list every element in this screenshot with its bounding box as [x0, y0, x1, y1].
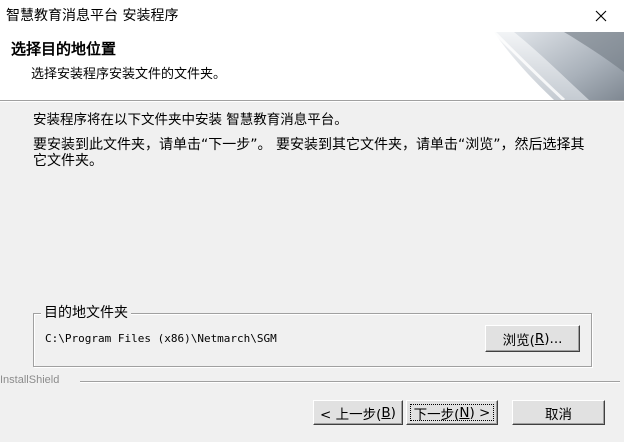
close-button[interactable] — [578, 0, 624, 32]
instruction-text: 要安装到此文件夹，请单击“下一步”。 要安装到其它文件夹，请单击“浏览”，然后选… — [33, 137, 585, 169]
header-divider — [0, 100, 624, 102]
next-hotkey: N — [459, 404, 470, 421]
next-button[interactable]: 下一步(N) > — [406, 400, 498, 425]
browse-hotkey: R — [534, 330, 545, 347]
browse-label-suffix: )... — [544, 330, 563, 347]
back-label-suffix: ) — [390, 404, 396, 421]
browse-label-prefix: 浏览( — [502, 332, 535, 349]
next-label-suffix: ) > — [469, 404, 491, 421]
next-label-prefix: 下一步( — [413, 406, 460, 423]
cancel-button[interactable]: 取消 — [512, 400, 605, 425]
close-icon — [595, 10, 607, 22]
title-bar: 智慧教育消息平台 安装程序 — [0, 0, 624, 32]
cancel-label: 取消 — [545, 406, 572, 423]
installer-banner-graphic — [494, 32, 624, 100]
header-panel: 选择目的地位置 选择安装程序安装文件的文件夹。 — [0, 32, 624, 100]
page-subtitle: 选择安装程序安装文件的文件夹。 — [31, 67, 227, 82]
page-title: 选择目的地位置 — [11, 40, 117, 58]
footer-divider — [80, 381, 620, 383]
install-location-text: 安装程序将在以下文件夹中安装 智慧教育消息平台。 — [33, 112, 348, 128]
destination-path: C:\Program Files (x86)\Netmarch\SGM — [45, 332, 277, 345]
back-label-prefix: < 上一步( — [320, 406, 382, 423]
destination-folder-label: 目的地文件夹 — [41, 304, 131, 322]
browse-button[interactable]: 浏览(R)... — [485, 325, 580, 352]
window-title: 智慧教育消息平台 安装程序 — [6, 8, 179, 24]
installshield-brand: InstallShield — [0, 374, 64, 386]
back-button[interactable]: < 上一步(B) — [313, 400, 403, 425]
back-hotkey: B — [381, 404, 391, 421]
